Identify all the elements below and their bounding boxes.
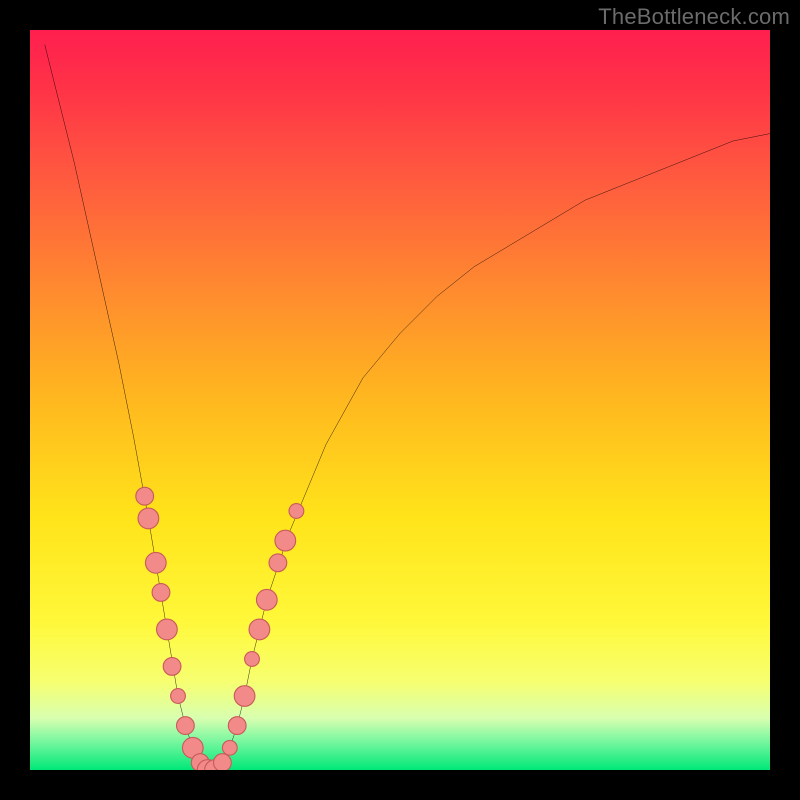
chart-frame: TheBottleneck.com: [0, 0, 800, 800]
watermark-text: TheBottleneck.com: [598, 4, 790, 30]
plot-gradient-background: [30, 30, 770, 770]
